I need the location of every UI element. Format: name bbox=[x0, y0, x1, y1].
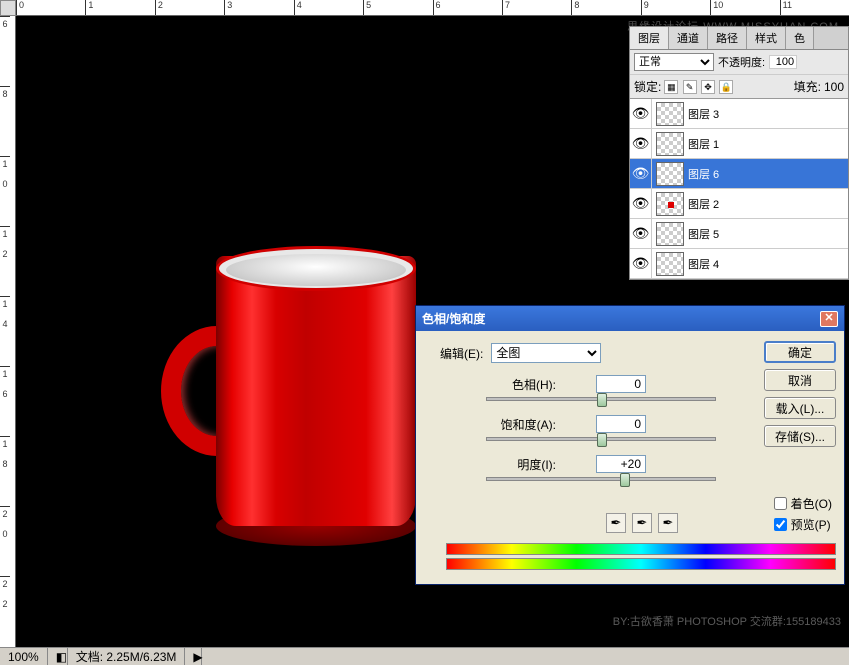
layer-row[interactable]: 👁 图层 5 bbox=[630, 219, 848, 249]
watermark-bottom: BY:古欲香萧 PHOTOSHOP 交流群:155189433 bbox=[613, 613, 841, 629]
visibility-eye-icon[interactable]: 👁 bbox=[630, 219, 652, 248]
status-icon: ◧ bbox=[48, 648, 68, 665]
visibility-eye-icon[interactable]: 👁 bbox=[630, 249, 652, 278]
tab-channels[interactable]: 通道 bbox=[669, 27, 708, 49]
lock-label: 锁定: bbox=[634, 78, 661, 95]
visibility-eye-icon[interactable]: 👁 bbox=[630, 99, 652, 128]
layer-list: 👁 图层 3 👁 图层 1 👁 图层 6 👁 图层 2 👁 图层 5 👁 bbox=[630, 99, 848, 279]
zoom-level[interactable]: 100% bbox=[0, 648, 48, 665]
saturation-label: 饱和度(A): bbox=[466, 416, 556, 433]
fill-value[interactable]: 100 bbox=[824, 80, 844, 94]
hue-slider[interactable] bbox=[486, 397, 716, 401]
eyedropper-subtract-icon[interactable]: ✒ bbox=[658, 513, 678, 533]
cancel-button[interactable]: 取消 bbox=[764, 369, 836, 391]
hue-saturation-dialog: 色相/饱和度 ✕ 确定 取消 载入(L)... 存储(S)... 编辑(E): … bbox=[415, 305, 845, 585]
hue-gradient-bars bbox=[446, 543, 830, 570]
load-button[interactable]: 载入(L)... bbox=[764, 397, 836, 419]
status-bar: 100% ◧ 文档: 2.25M/6.23M ▶ bbox=[0, 647, 849, 665]
edit-label: 编辑(E): bbox=[440, 345, 483, 362]
document-size: 文档: 2.25M/6.23M bbox=[68, 648, 186, 665]
tab-styles[interactable]: 样式 bbox=[747, 27, 786, 49]
ok-button[interactable]: 确定 bbox=[764, 341, 836, 363]
eyedropper-icon[interactable]: ✒ bbox=[606, 513, 626, 533]
chevron-right-icon[interactable]: ▶ bbox=[185, 648, 202, 665]
saturation-input[interactable] bbox=[596, 415, 646, 433]
ruler-origin-box[interactable] bbox=[0, 0, 16, 16]
dialog-title-text: 色相/饱和度 bbox=[422, 310, 485, 327]
lock-transparency-icon[interactable]: ▦ bbox=[664, 80, 678, 94]
layer-thumbnail[interactable] bbox=[656, 102, 684, 126]
layer-row[interactable]: 👁 图层 1 bbox=[630, 129, 848, 159]
horizontal-ruler: 01 23 45 67 89 1011 bbox=[16, 0, 849, 16]
visibility-eye-icon[interactable]: 👁 bbox=[630, 129, 652, 158]
layer-row[interactable]: 👁 图层 6 bbox=[630, 159, 848, 189]
lock-paint-icon[interactable]: ✎ bbox=[683, 80, 697, 94]
lightness-label: 明度(I): bbox=[466, 456, 556, 473]
visibility-eye-icon[interactable]: 👁 bbox=[630, 189, 652, 218]
preview-checkbox[interactable]: 预览(P) bbox=[774, 516, 832, 533]
colorize-checkbox[interactable]: 着色(O) bbox=[774, 495, 832, 512]
gradient-bar-top bbox=[446, 543, 836, 555]
layer-row[interactable]: 👁 图层 2 bbox=[630, 189, 848, 219]
layer-row[interactable]: 👁 图层 4 bbox=[630, 249, 848, 279]
close-icon[interactable]: ✕ bbox=[820, 311, 838, 327]
lightness-input[interactable] bbox=[596, 455, 646, 473]
eyedropper-add-icon[interactable]: ✒ bbox=[632, 513, 652, 533]
mug-artwork bbox=[166, 236, 416, 546]
vertical-ruler: 68 1 01 2 1 41 6 1 82 0 2 2 bbox=[0, 16, 16, 649]
blend-mode-select[interactable]: 正常 bbox=[634, 53, 714, 71]
lock-move-icon[interactable]: ✥ bbox=[701, 80, 715, 94]
opacity-label: 不透明度: bbox=[718, 54, 765, 70]
slider-thumb-icon[interactable] bbox=[597, 433, 607, 447]
dialog-titlebar[interactable]: 色相/饱和度 ✕ bbox=[416, 306, 844, 331]
tab-color[interactable]: 色 bbox=[786, 27, 814, 49]
lock-all-icon[interactable]: 🔒 bbox=[719, 80, 733, 94]
layer-thumbnail[interactable] bbox=[656, 222, 684, 246]
saturation-slider[interactable] bbox=[486, 437, 716, 441]
fill-label: 填充: bbox=[794, 78, 821, 95]
edit-select[interactable]: 全图 bbox=[491, 343, 601, 363]
hue-input[interactable] bbox=[596, 375, 646, 393]
gradient-bar-bottom bbox=[446, 558, 836, 570]
lock-icons: ▦ ✎ ✥ 🔒 bbox=[664, 79, 734, 94]
panel-tabs: 图层 通道 路径 样式 色 bbox=[630, 27, 848, 50]
lightness-slider[interactable] bbox=[486, 477, 716, 481]
layers-panel: 图层 通道 路径 样式 色 正常 不透明度: 100 锁定: ▦ ✎ ✥ 🔒 填… bbox=[629, 26, 849, 280]
slider-thumb-icon[interactable] bbox=[597, 393, 607, 407]
opacity-value[interactable]: 100 bbox=[769, 55, 797, 69]
save-button[interactable]: 存储(S)... bbox=[764, 425, 836, 447]
layer-thumbnail[interactable] bbox=[656, 132, 684, 156]
tab-paths[interactable]: 路径 bbox=[708, 27, 747, 49]
tab-layers[interactable]: 图层 bbox=[630, 27, 669, 49]
hue-label: 色相(H): bbox=[466, 376, 556, 393]
visibility-eye-icon[interactable]: 👁 bbox=[630, 159, 652, 188]
layer-row[interactable]: 👁 图层 3 bbox=[630, 99, 848, 129]
layer-thumbnail[interactable] bbox=[656, 252, 684, 276]
layer-thumbnail[interactable] bbox=[656, 192, 684, 216]
slider-thumb-icon[interactable] bbox=[620, 473, 630, 487]
layer-thumbnail[interactable] bbox=[656, 162, 684, 186]
